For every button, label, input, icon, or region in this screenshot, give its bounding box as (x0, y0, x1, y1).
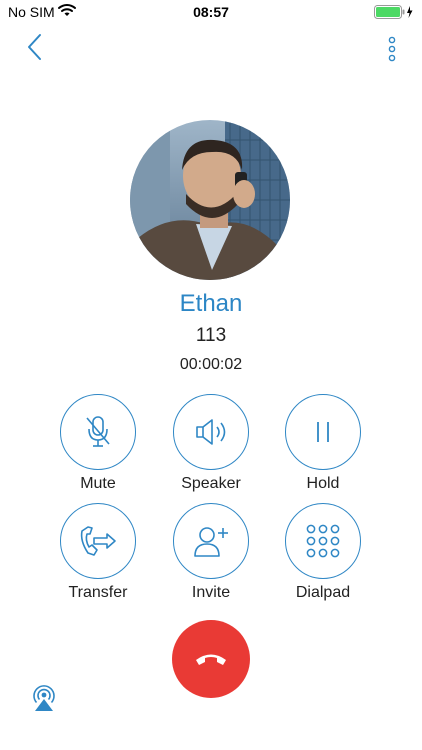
add-person-icon (194, 527, 228, 557)
vertical-dots-icon (388, 36, 396, 62)
contact-name: Ethan (179, 290, 243, 317)
contact-number: 113 (195, 325, 227, 346)
microphone-muted-icon (86, 416, 110, 447)
speaker-button[interactable]: Speaker (161, 394, 261, 493)
dialpad-button[interactable]: Dialpad (273, 503, 373, 602)
audio-route-button[interactable] (30, 684, 58, 712)
dialpad-label: Dialpad (295, 584, 351, 601)
speaker-label: Speaker (181, 475, 241, 492)
airplay-icon (33, 685, 55, 711)
mute-button[interactable]: Mute (48, 394, 148, 493)
mute-label: Mute (80, 475, 116, 492)
call-duration: 00:00:02 (179, 356, 243, 373)
speaker-icon (196, 419, 226, 445)
end-call-button[interactable] (172, 620, 250, 698)
phone-transfer-icon (80, 526, 116, 556)
invite-button[interactable]: Invite (161, 503, 261, 602)
contact-avatar (130, 120, 290, 280)
charging-bolt-icon (407, 6, 413, 18)
dialpad-icon (306, 524, 340, 558)
status-time: 08:57 (193, 4, 229, 20)
end-call-icon (196, 654, 226, 665)
battery-icon (374, 5, 413, 19)
back-button[interactable] (20, 30, 48, 64)
pause-icon (317, 422, 329, 442)
transfer-label: Transfer (68, 584, 128, 601)
more-options-button[interactable] (384, 34, 400, 64)
hold-button[interactable]: Hold (273, 394, 373, 493)
status-bar: No SIM 08:57 (0, 0, 422, 24)
hold-label: Hold (306, 475, 340, 492)
transfer-button[interactable]: Transfer (48, 503, 148, 602)
invite-label: Invite (191, 584, 231, 601)
chevron-left-icon (28, 34, 41, 60)
